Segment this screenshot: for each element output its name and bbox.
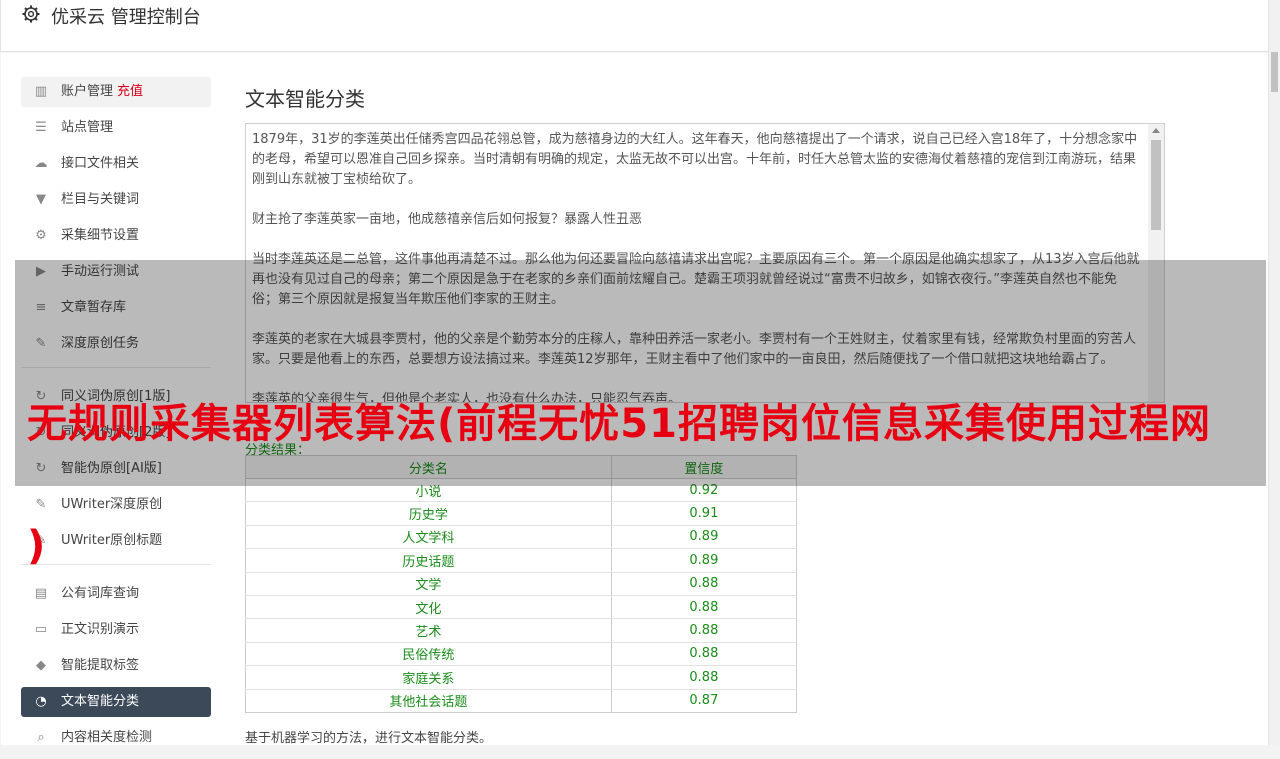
category-cell: 其他社会话题 [245, 689, 612, 713]
confidence-cell: 0.88 [610, 642, 798, 667]
table-row: 历史话题 0.89 [245, 548, 798, 573]
sidebar-item-extract-tags[interactable]: ◆ 智能提取标签 [21, 651, 211, 681]
sidebar-item-label: 采集细节设置 [61, 228, 140, 243]
method-description: 基于机器学习的方法，进行文本智能分类。 [245, 731, 493, 746]
sidebar-divider [21, 564, 211, 565]
sidebar-item-label: 内容相关度检测 [61, 730, 153, 745]
table-row: 文化 0.88 [245, 595, 798, 620]
gear-icon [22, 5, 40, 23]
confidence-cell: 0.87 [610, 689, 798, 713]
category-cell: 艺术 [245, 618, 612, 643]
table-row: 人文学科 0.89 [245, 525, 798, 550]
sidebar-item-label: 账户管理 [61, 84, 114, 99]
sidebar-item-label: UWriter深度原创 [61, 497, 163, 512]
scroll-up-arrow-icon[interactable] [1152, 128, 1160, 133]
sidebar-item-label: 栏目与关键词 [61, 192, 140, 207]
sidebar-item-account[interactable]: ▥ 账户管理 充值 [21, 77, 211, 107]
page-scrollbar[interactable] [1268, 0, 1280, 745]
recharge-link[interactable]: 充值 [117, 84, 143, 99]
filter-icon: ▼ [36, 192, 46, 207]
category-cell: 历史话题 [245, 548, 612, 573]
confidence-cell: 0.88 [610, 595, 798, 620]
sidebar-item-api-files[interactable]: ☁ 接口文件相关 [21, 149, 211, 179]
category-cell: 文学 [245, 572, 612, 596]
bar-chart-icon: ▥ [34, 84, 48, 99]
sidebar-item-label: 文本智能分类 [61, 694, 140, 709]
table-row: 文学 0.88 [245, 572, 798, 596]
sidebar-item-public-lexicon[interactable]: ▤ 公有词库查询 [21, 579, 211, 609]
category-cell: 民俗传统 [245, 642, 612, 667]
confidence-cell: 0.88 [610, 618, 798, 643]
cloud-upload-icon: ☁ [34, 156, 48, 171]
confidence-cell: 0.91 [610, 501, 798, 526]
confidence-cell: 0.88 [610, 572, 798, 596]
table-row: 民俗传统 0.88 [245, 642, 798, 667]
sidebar-item-text-classify[interactable]: ◔ 文本智能分类 [21, 687, 211, 717]
page-scrollbar-thumb[interactable] [1271, 52, 1278, 92]
table-row: 其他社会话题 0.87 [245, 689, 798, 713]
sidebar-item-label: 智能提取标签 [61, 658, 140, 673]
search-icon: ⌕ [37, 730, 45, 745]
book-icon: ▤ [34, 586, 48, 601]
cogs-icon: ⚙ [35, 228, 47, 243]
sidebar-item-label: 正文识别演示 [61, 622, 140, 637]
sidebar-item-body-recognition[interactable]: ▭ 正文识别演示 [21, 615, 211, 645]
server-icon: ☰ [35, 120, 47, 135]
classification-table: 分类名 置信度 小说 0.92 历史学 0.91 人文学科 0.89 历史话题 0.89 文学 0… [245, 455, 798, 713]
table-row: 历史学 0.91 [245, 501, 798, 526]
sidebar-item-label: UWriter原创标题 [61, 533, 163, 548]
edit-icon: ✎ [35, 497, 47, 512]
monitor-icon: ▭ [34, 622, 48, 637]
category-cell: 历史学 [245, 501, 612, 526]
category-cell: 文化 [245, 595, 612, 620]
table-row: 家庭关系 0.88 [245, 665, 798, 690]
sidebar-item-columns-keywords[interactable]: ▼ 栏目与关键词 [21, 185, 211, 215]
overlay-headline: 无规则采集器列表算法(前程无忧51招聘岗位信息采集使用过程网 [27, 401, 1211, 447]
overlay-headline-tail: ) [27, 523, 46, 569]
sidebar-item-uwriter-deep[interactable]: ✎ UWriter深度原创 [21, 490, 211, 520]
sidebar-item-label: 公有词库查询 [61, 586, 140, 601]
pie-chart-icon: ◔ [35, 694, 47, 709]
sidebar-item-relevance-check[interactable]: ⌕ 内容相关度检测 [21, 723, 211, 753]
category-cell: 家庭关系 [245, 665, 612, 690]
table-row: 艺术 0.88 [245, 618, 798, 643]
confidence-cell: 0.89 [610, 548, 798, 573]
sidebar-item-collect-settings[interactable]: ⚙ 采集细节设置 [21, 221, 211, 251]
sidebar-item-uwriter-title[interactable]: ✎ UWriter原创标题 [21, 526, 211, 556]
category-cell: 人文学科 [245, 525, 612, 550]
sidebar-item-label: 站点管理 [61, 120, 114, 135]
top-bar: 优采云 管理控制台 [0, 0, 1268, 52]
watermark-overlay [15, 260, 1266, 486]
main-content: 文本智能分类 1879年，31岁的李莲英出任储秀宫四品花翎总管，成为慈禧身边的大… [245, 83, 1165, 746]
textarea-scrollbar-thumb[interactable] [1151, 140, 1161, 230]
text-paragraph: 财主抢了李莲英家一亩地，他成慈禧亲信后如何报复？暴露人性丑恶 [252, 212, 643, 227]
tag-icon: ◆ [36, 658, 46, 673]
confidence-cell: 0.88 [610, 665, 798, 690]
console-title: 优采云 管理控制台 [51, 7, 201, 28]
sidebar-item-site[interactable]: ☰ 站点管理 [21, 113, 211, 143]
page-title: 文本智能分类 [245, 87, 365, 111]
sidebar-item-label: 接口文件相关 [61, 156, 140, 171]
confidence-cell: 0.89 [610, 525, 798, 550]
text-paragraph: 1879年，31岁的李莲英出任储秀宫四品花翎总管，成为慈禧身边的大红人。这年春天… [252, 132, 1138, 187]
